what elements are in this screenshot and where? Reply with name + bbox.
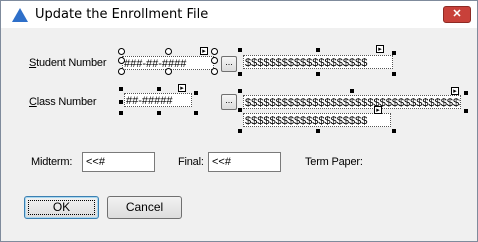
cancel-button[interactable]: Cancel <box>107 196 182 219</box>
smart-tag-arrow-icon[interactable]: ▸ <box>376 45 384 53</box>
resize-handle <box>194 111 198 115</box>
student-lookup-button[interactable]: ... <box>221 56 237 72</box>
resize-handle <box>211 68 218 75</box>
cancel-button-label: Cancel <box>125 200 164 214</box>
smart-tag-arrow-icon[interactable]: ▸ <box>178 84 186 92</box>
ok-button[interactable]: OK <box>24 196 99 219</box>
resize-handle <box>464 109 468 113</box>
resize-handle <box>392 129 396 133</box>
student-number-label: Student Number <box>29 57 107 69</box>
midterm-input[interactable]: <<# <box>82 152 155 172</box>
resize-handle <box>119 111 123 115</box>
resize-handle <box>157 87 161 91</box>
resize-handle <box>238 72 242 76</box>
resize-handle <box>119 87 123 91</box>
final-input[interactable]: <<# <box>208 152 281 172</box>
resize-handle <box>157 111 161 115</box>
term-paper-label: Term Paper: <box>305 156 363 168</box>
resize-handle <box>350 89 354 93</box>
resize-handle <box>238 129 242 133</box>
resize-handle <box>238 48 242 52</box>
dialog-body: Student Number ###-##-#### ▸ ... $$$$$$$… <box>2 28 476 240</box>
midterm-label: Midterm: <box>31 156 73 168</box>
resize-handle <box>118 68 125 75</box>
enrollment-dialog: Update the Enrollment File ✕ Student Num… <box>0 0 478 242</box>
close-button[interactable]: ✕ <box>443 6 471 23</box>
smart-tag-arrow-icon[interactable]: ▸ <box>451 87 459 95</box>
resize-handle <box>316 129 320 133</box>
app-triangle-icon <box>12 8 28 22</box>
resize-handle <box>194 91 198 95</box>
final-label: Final: <box>178 156 204 168</box>
class-number-field[interactable]: ##-##### <box>124 93 192 107</box>
smart-tag-arrow-icon[interactable]: ▸ <box>200 47 208 55</box>
resize-handle <box>392 72 396 76</box>
resize-handle <box>238 108 242 112</box>
focus-rectangle <box>28 200 95 215</box>
resize-handle <box>464 91 468 95</box>
resize-handle <box>119 100 123 104</box>
resize-handle <box>118 57 125 64</box>
resize-handle <box>118 48 125 55</box>
class-lookup-button[interactable]: ... <box>221 94 237 110</box>
resize-handle <box>165 68 172 75</box>
smart-tag-arrow-icon[interactable]: ▸ <box>374 106 382 114</box>
resize-handle <box>211 57 218 64</box>
class-name-field-line1[interactable]: $$$$$$$$$$$$$$$$$$$$$$$$$$$$$$$$$$$$$$$ <box>243 95 461 109</box>
window-title: Update the Enrollment File <box>35 7 209 22</box>
student-name-field[interactable]: $$$$$$$$$$$$$$$$$$$$ <box>243 55 393 69</box>
resize-handle <box>392 51 396 55</box>
class-name-field-line2[interactable]: $$$$$$$$$$$$$$$$$$$$ <box>243 113 391 127</box>
resize-handle <box>316 48 320 52</box>
resize-handle <box>165 48 172 55</box>
resize-handle <box>238 89 242 93</box>
title-bar[interactable]: Update the Enrollment File ✕ <box>1 1 477 28</box>
close-icon: ✕ <box>452 8 462 20</box>
resize-handle <box>211 48 218 55</box>
resize-handle <box>316 72 320 76</box>
class-number-label: Class Number <box>29 96 97 108</box>
